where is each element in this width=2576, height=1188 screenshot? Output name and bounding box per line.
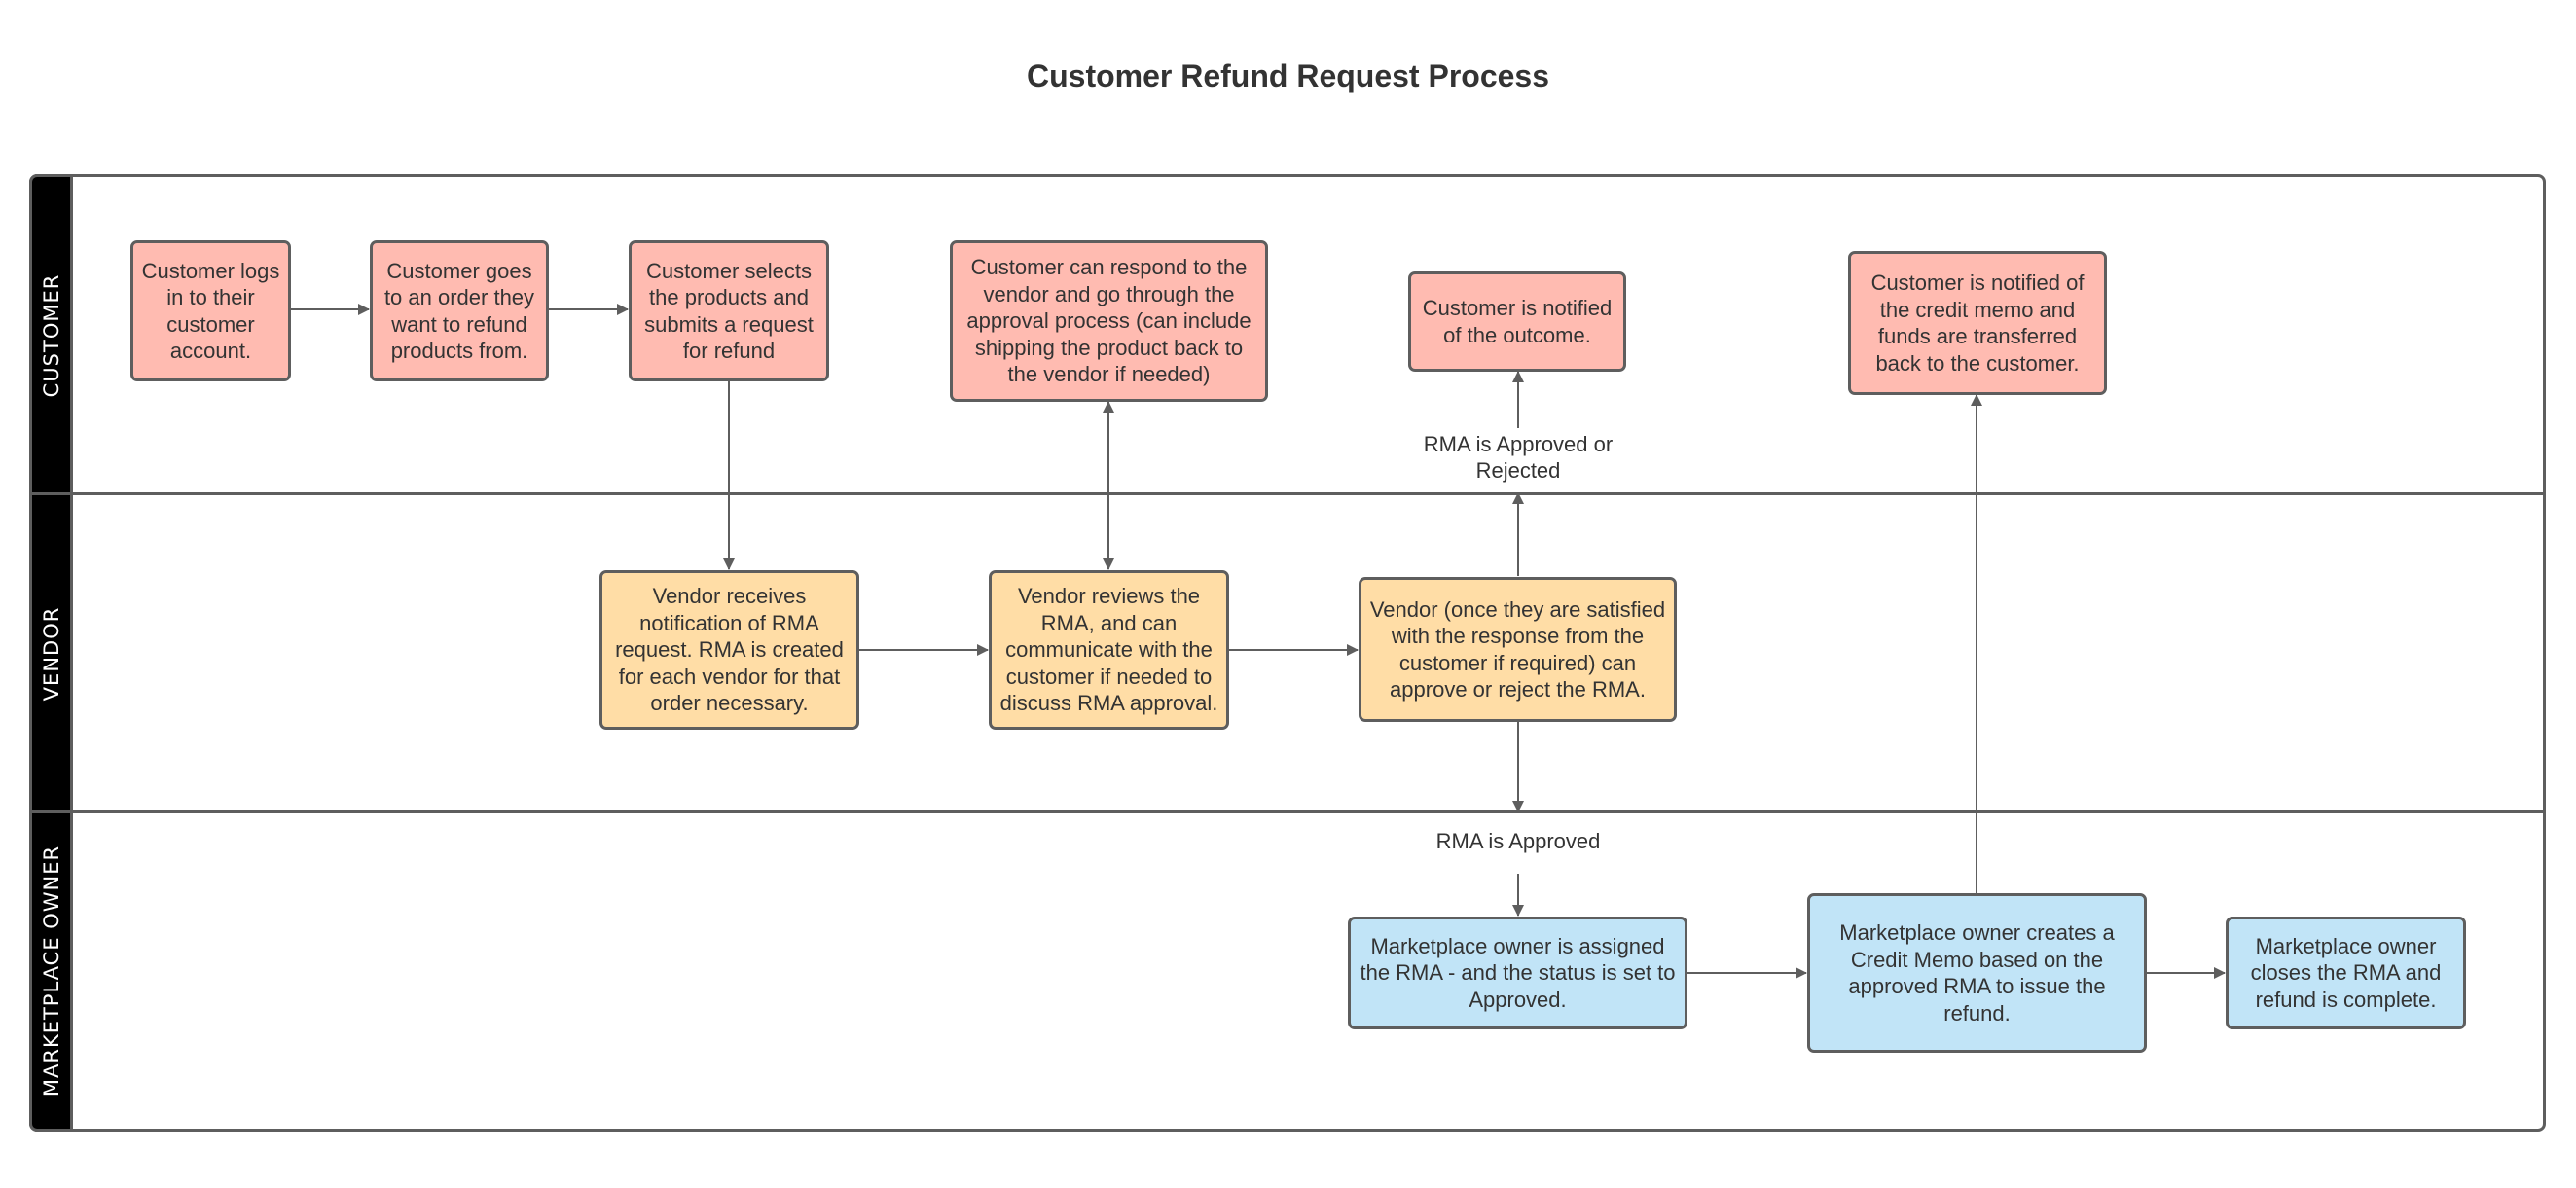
node-customer-notified-outcome[interactable]: Customer is notified of the outcome. (1408, 271, 1626, 372)
node-text: Customer logs in to their customer accou… (141, 258, 280, 364)
node-customer-notified-credit-memo[interactable]: Customer is notified of the credit memo … (1848, 251, 2107, 395)
node-text: Customer is notified of the credit memo … (1870, 270, 2085, 376)
node-customer-submits-request[interactable]: Customer selects the products and submit… (629, 240, 829, 381)
node-owner-creates-credit-memo[interactable]: Marketplace owner creates a Credit Memo … (1807, 893, 2147, 1053)
node-text: Marketplace owner creates a Credit Memo … (1839, 920, 2115, 1026)
node-text: Customer is notified of the outcome. (1422, 296, 1613, 347)
connectors-layer (291, 304, 2226, 979)
node-text: Customer selects the products and submit… (644, 258, 814, 364)
node-vendor-receives-notification[interactable]: Vendor receives notification of RMA requ… (599, 570, 859, 730)
node-text: Marketplace owner closes the RMA and ref… (2250, 933, 2442, 1012)
edge-label-approved-or-rejected: RMA is Approved or Rejected (1423, 432, 1614, 483)
node-customer-logs-in[interactable]: Customer logs in to their customer accou… (130, 240, 291, 381)
node-owner-assigned-rma[interactable]: Marketplace owner is assigned the RMA - … (1348, 917, 1687, 1029)
node-vendor-approves-or-rejects[interactable]: Vendor (once they are satisfied with the… (1359, 577, 1677, 722)
node-text: Vendor reviews the RMA, and can communic… (999, 584, 1218, 716)
node-text: Customer goes to an order they want to r… (383, 258, 535, 364)
node-text: Customer can respond to the vendor and g… (966, 255, 1252, 387)
node-text: Marketplace owner is assigned the RMA - … (1360, 933, 1676, 1012)
edge-label-approved: RMA is Approved (1435, 829, 1601, 853)
node-text: Vendor (once they are satisfied with the… (1369, 596, 1666, 702)
node-text: Vendor receives notification of RMA requ… (615, 584, 844, 716)
node-customer-goes-to-order[interactable]: Customer goes to an order they want to r… (370, 240, 549, 381)
node-owner-closes-rma[interactable]: Marketplace owner closes the RMA and ref… (2226, 917, 2466, 1029)
node-vendor-reviews-rma[interactable]: Vendor reviews the RMA, and can communic… (989, 570, 1229, 730)
node-customer-responds-to-vendor[interactable]: Customer can respond to the vendor and g… (950, 240, 1268, 402)
